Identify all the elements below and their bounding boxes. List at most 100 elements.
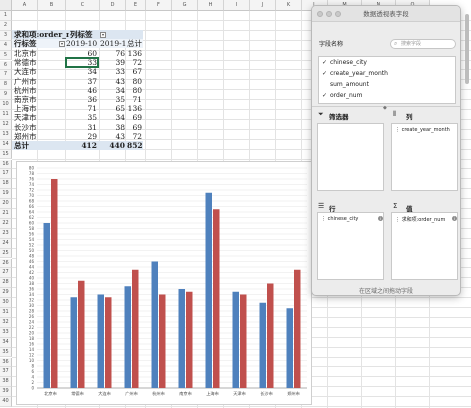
bar-series2[interactable] <box>294 269 301 388</box>
row-header[interactable]: 10 <box>0 100 12 110</box>
search-field-input[interactable]: ⌕ 搜索字段 <box>390 39 456 49</box>
bar-series2[interactable] <box>186 291 193 388</box>
pivot-value-label[interactable]: 求和项:order_num <box>14 30 69 39</box>
column-header[interactable]: H <box>198 0 224 11</box>
row-filter-button[interactable]: ▾ <box>59 41 65 47</box>
row-header[interactable]: 7 <box>0 70 12 81</box>
bar-chart[interactable]: 0 2 4 6 8 10 12 14 16 18 20 22 24 26 28 30 32 34 36 38 40 42 4… <box>16 161 312 405</box>
row-header[interactable]: 26 <box>0 258 12 269</box>
pivot-cell-name[interactable]: 杭州市 <box>14 86 62 95</box>
pivot-cell-t[interactable]: 67 <box>127 67 143 76</box>
bar-series1[interactable] <box>259 302 267 388</box>
row-header[interactable]: 17 <box>0 169 12 180</box>
field-item-sum-amount[interactable]: sum_amount <box>322 80 369 89</box>
row-header[interactable]: 40 <box>0 397 12 407</box>
pivot-cell-v1[interactable]: 71 <box>66 104 98 113</box>
row-header[interactable]: 28 <box>0 278 12 289</box>
pivot-cell-name[interactable]: 天津市 <box>14 113 62 122</box>
column-header[interactable]: D <box>100 0 126 11</box>
checkbox[interactable]: ✓ <box>322 69 330 78</box>
field-item-create-year-month[interactable]: ✓ create_year_month <box>322 69 388 78</box>
pivot-cell-name[interactable]: 北京市 <box>14 49 62 58</box>
row-header[interactable]: 19 <box>0 189 12 200</box>
row-header[interactable]: 31 <box>0 308 12 318</box>
bar-series2[interactable] <box>51 179 58 388</box>
columns-field-chip[interactable]: ⋮ create_year_month <box>395 127 450 133</box>
row-header[interactable]: 20 <box>0 199 12 209</box>
row-header[interactable]: 24 <box>0 238 12 249</box>
row-header[interactable]: 29 <box>0 288 12 299</box>
field-list[interactable]: ✓ chinese_city ✓ create_year_month sum_amo… <box>318 56 456 104</box>
pivot-cell-t[interactable]: 72 <box>127 58 143 67</box>
pivot-cell-v1[interactable]: 46 <box>66 86 98 95</box>
bar-series2[interactable] <box>132 269 139 388</box>
column-header[interactable]: B <box>38 0 66 11</box>
pivot-cell-v1[interactable]: 31 <box>66 123 98 132</box>
pivot-cell-name[interactable]: 广州市 <box>14 77 62 86</box>
row-header[interactable]: 38 <box>0 377 12 388</box>
pivot-cell-v1[interactable]: 37 <box>66 77 98 86</box>
column-header[interactable]: F <box>146 0 172 11</box>
pivot-cell-v2[interactable]: 65 <box>100 104 126 113</box>
bar-series2[interactable] <box>213 209 220 388</box>
pivot-field-panel[interactable]: 数据透视表字段 字段名称 ⌕ 搜索字段 ✓ chinese_city ✓ creat… <box>311 5 461 296</box>
pivot-cell-v2[interactable]: 34 <box>100 86 126 95</box>
row-header[interactable]: 12 <box>0 119 12 130</box>
bar-series1[interactable] <box>178 289 186 388</box>
pivot-cell-name[interactable]: 长沙市 <box>14 123 62 132</box>
row-header[interactable]: 23 <box>0 228 12 239</box>
pivot-cell-v1[interactable]: 29 <box>66 132 98 141</box>
row-header[interactable]: 5 <box>0 50 12 61</box>
bar-series1[interactable] <box>286 308 294 388</box>
vertical-scrollbar[interactable] <box>465 14 469 84</box>
values-field-chip[interactable]: ⋮ 求和项:order_num i <box>395 216 457 223</box>
checkbox[interactable]: ✓ <box>322 91 330 100</box>
pivot-cell-t[interactable]: 69 <box>127 113 143 122</box>
column-header[interactable]: E <box>126 0 146 11</box>
pivot-cell-name[interactable]: 南京市 <box>14 95 62 104</box>
row-header[interactable]: 4 <box>0 40 12 51</box>
pivot-cell-t[interactable]: 136 <box>127 104 143 113</box>
row-header[interactable]: 9 <box>0 90 12 101</box>
column-header[interactable]: G <box>172 0 198 11</box>
row-header[interactable]: 11 <box>0 110 12 120</box>
row-header[interactable]: 3 <box>0 30 12 41</box>
selected-cell[interactable] <box>65 57 99 68</box>
pivot-cell-v2[interactable]: 33 <box>100 67 126 76</box>
bar-series2[interactable] <box>240 294 247 389</box>
row-header[interactable]: 30 <box>0 298 12 308</box>
bar-series2[interactable] <box>105 297 112 388</box>
row-header[interactable]: 25 <box>0 248 12 259</box>
row-header[interactable]: 14 <box>0 139 12 150</box>
info-icon[interactable]: i <box>378 216 383 221</box>
bar-series1[interactable] <box>232 291 240 388</box>
pivot-cell-t[interactable]: 69 <box>127 123 143 132</box>
pivot-cell-v2[interactable]: 34 <box>100 113 126 122</box>
row-header[interactable]: 2 <box>0 20 12 31</box>
pivot-cell-v2[interactable]: 39 <box>100 58 126 67</box>
pivot-cell-v2[interactable]: 43 <box>100 77 126 86</box>
pivot-cell-v1[interactable]: 35 <box>66 113 98 122</box>
pivot-cell-v2[interactable]: 35 <box>100 95 126 104</box>
bar-series1[interactable] <box>151 261 159 389</box>
pivot-cell-name[interactable]: 常德市 <box>14 58 62 67</box>
pivot-cell-v2[interactable]: 76 <box>100 49 126 58</box>
pivot-cell-v2[interactable]: 38 <box>100 123 126 132</box>
row-header[interactable]: 22 <box>0 218 12 229</box>
pivot-cell-v1[interactable]: 34 <box>66 67 98 76</box>
bar-series2[interactable] <box>159 294 166 389</box>
column-header[interactable]: A <box>12 0 38 11</box>
pivot-cell-v1[interactable]: 36 <box>66 95 98 104</box>
columns-drop-zone[interactable]: ⋮ create_year_month <box>391 123 458 191</box>
pivot-cell-v2[interactable]: 43 <box>100 132 126 141</box>
bar-series1[interactable] <box>43 223 51 388</box>
checkbox[interactable]: ✓ <box>322 58 330 67</box>
col-filter-button[interactable]: ▾ <box>100 32 106 38</box>
bar-series2[interactable] <box>78 280 85 388</box>
select-all-corner[interactable] <box>0 0 12 11</box>
row-header[interactable]: 21 <box>0 209 12 219</box>
column-header[interactable]: J <box>250 0 276 11</box>
rows-field-chip[interactable]: ⋮ chinese_city i <box>321 216 383 222</box>
row-header[interactable]: 35 <box>0 347 12 358</box>
row-header[interactable]: 1 <box>0 11 12 21</box>
